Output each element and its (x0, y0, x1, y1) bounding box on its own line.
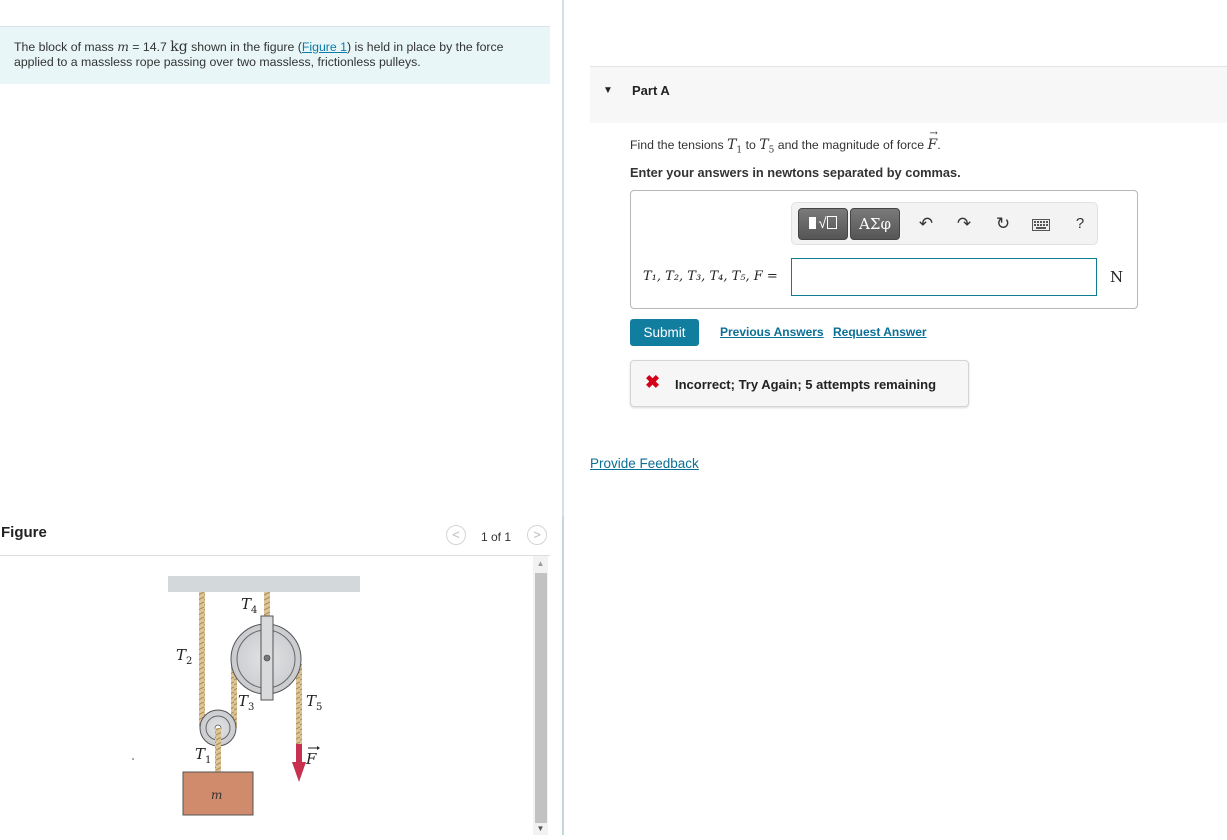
figure-image: T2 T4 T3 T5 T1 F m (0, 556, 533, 835)
previous-answers-link[interactable]: Previous Answers (720, 325, 824, 339)
label-mass: m (211, 788, 222, 802)
label-force: F (305, 750, 317, 768)
feedback-text: Incorrect; Try Again; 5 attempts remaini… (675, 377, 937, 392)
mass-value: = 14.7 (128, 40, 171, 54)
request-answer-link[interactable]: Request Answer (833, 325, 927, 339)
pulley-diagram: T2 T4 T3 T5 T1 F m (132, 576, 360, 816)
reset-icon[interactable]: ↻ (991, 212, 1015, 236)
force-symbol: → F (927, 128, 938, 153)
figure-page-count: 1 of 1 (481, 530, 512, 544)
math-toolbar: √ ΑΣφ ↶ ↷ ↻ ? (791, 202, 1098, 245)
provide-feedback-link[interactable]: Provide Feedback (590, 456, 699, 471)
answer-input[interactable] (791, 258, 1097, 296)
help-button[interactable]: ? (1068, 212, 1092, 236)
templates-sqrt-icon: √ (809, 215, 837, 232)
pane-divider-top (562, 0, 564, 516)
figure-link[interactable]: Figure 1 (302, 40, 347, 54)
collapse-caret-icon[interactable]: ▼ (603, 85, 613, 96)
label-t1: T1 (195, 745, 211, 766)
symbols-button[interactable]: ΑΣφ (850, 208, 900, 240)
answer-box: √ ΑΣφ ↶ ↷ ↻ ? T₁, T₂, T₃, T₄, T₅, F = N (630, 190, 1138, 309)
force-arrow (296, 744, 302, 764)
label-t5: T5 (306, 692, 322, 713)
intro-text: The block of mass (14, 40, 118, 54)
ceiling (168, 576, 360, 592)
intro-text: shown in the figure ( (187, 40, 302, 54)
chevron-right-icon: > (533, 527, 541, 542)
next-figure-button[interactable]: > (527, 525, 547, 545)
rope-t1 (215, 728, 221, 772)
figure-header: Figure < 1 of 1 > (0, 520, 550, 556)
submit-button[interactable]: Submit (630, 319, 699, 346)
answer-instructions: Enter your answers in newtons separated … (630, 165, 961, 180)
label-t4: T4 (241, 595, 257, 616)
feedback-message: ✖ Incorrect; Try Again; 5 attempts remai… (630, 360, 969, 407)
chevron-left-icon: < (452, 527, 460, 542)
rope-t2 (199, 592, 205, 727)
part-title: Part A (632, 83, 670, 98)
part-a-header[interactable]: ▼ Part A (590, 66, 1227, 123)
label-t3: T3 (238, 692, 254, 713)
undo-icon[interactable]: ↶ (914, 212, 938, 236)
templates-button[interactable]: √ (798, 208, 848, 240)
figure-scrollbar[interactable]: ▲ ▼ (533, 556, 548, 835)
scroll-up-icon[interactable]: ▲ (533, 558, 548, 570)
mass-unit: kg (170, 39, 188, 55)
question-text: Find the tensions T1 to T5 and the magni… (630, 128, 941, 156)
figure-title: Figure (1, 524, 47, 541)
label-t2: T2 (176, 646, 192, 667)
scroll-down-icon[interactable]: ▼ (533, 823, 548, 835)
mass-symbol: m (117, 40, 129, 54)
problem-statement: The block of mass m = 14.7 kg shown in t… (0, 26, 550, 84)
redo-icon[interactable]: ↷ (952, 212, 976, 236)
force-arrowhead (292, 762, 306, 782)
unit-label: N (1110, 268, 1124, 286)
answer-label: T₁, T₂, T₃, T₄, T₅, F = (643, 269, 778, 284)
keyboard-icon[interactable] (1029, 212, 1053, 236)
x-icon: ✖ (645, 372, 661, 392)
previous-figure-button[interactable]: < (446, 525, 466, 545)
scroll-thumb[interactable] (535, 573, 547, 823)
